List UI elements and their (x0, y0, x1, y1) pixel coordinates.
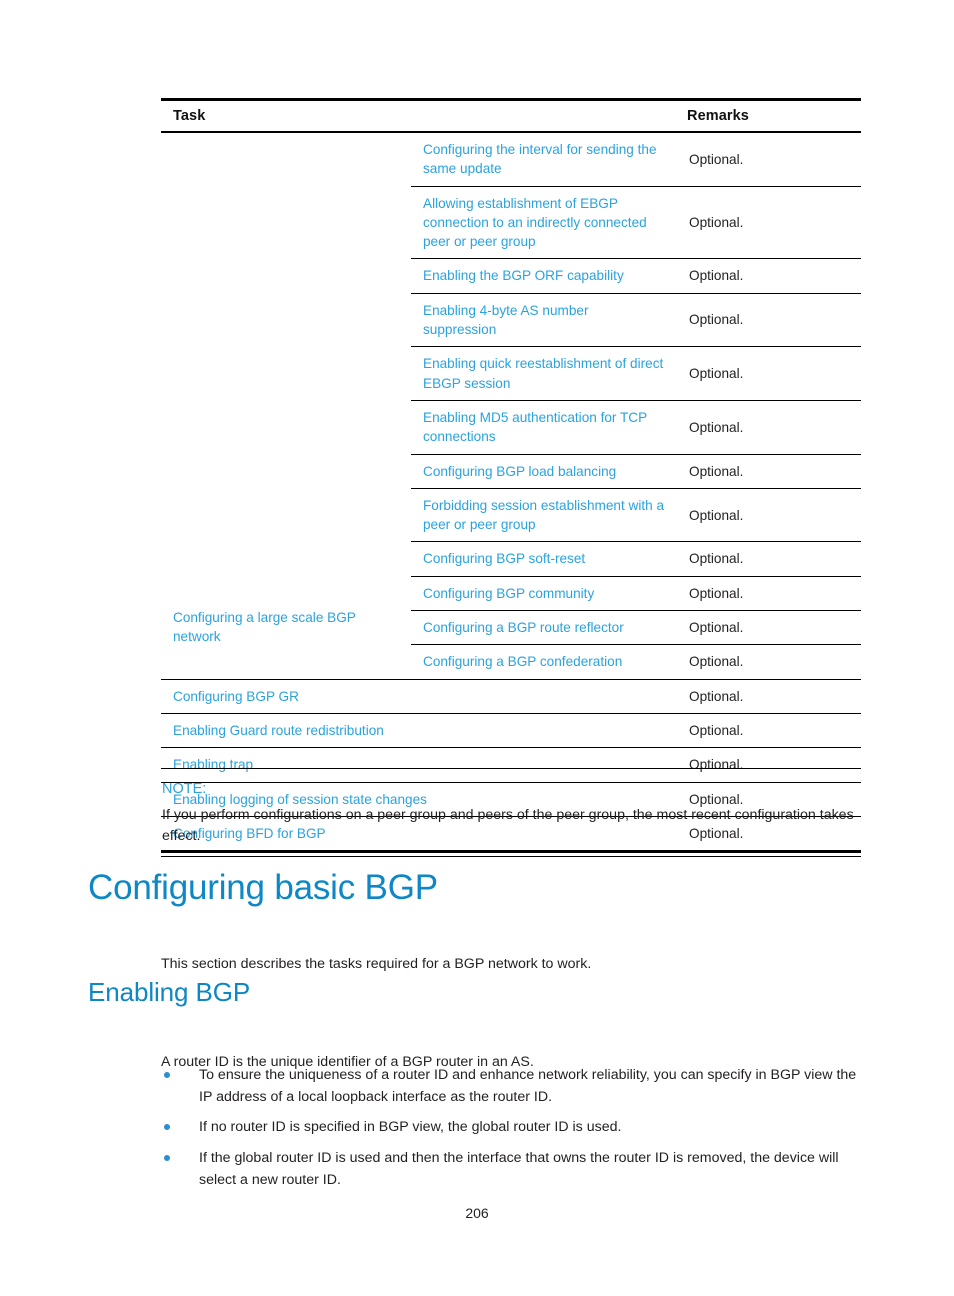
task-link[interactable]: Configuring BGP load balancing (411, 454, 675, 489)
table-row: Configuring BGP GR Optional. (161, 679, 861, 714)
task-link[interactable]: Allowing establishment of EBGP connectio… (411, 186, 675, 260)
bullet-dot-icon (164, 1072, 170, 1078)
table-body: Configuring the interval for sending the… (161, 132, 861, 854)
task-link[interactable]: Enabling MD5 authentication for TCP conn… (411, 400, 675, 455)
note-callout: NOTE: If you perform configurations on a… (161, 768, 861, 857)
table-row: Configuring the interval for sending the… (161, 132, 861, 187)
page-number: 206 (465, 1205, 489, 1221)
remark-value: Optional. (675, 293, 861, 348)
list-item-text: If no router ID is specified in BGP view… (199, 1119, 622, 1136)
section-heading-enabling-bgp: Enabling BGP (88, 977, 251, 1007)
table-header: Task Remarks (161, 98, 861, 133)
page-title: Configuring basic BGP (88, 868, 438, 907)
task-link[interactable]: Forbidding session establishment with a … (411, 488, 675, 543)
remark-value: Optional. (675, 713, 861, 749)
remark-value: Optional. (675, 346, 861, 401)
task-link[interactable]: Enabling the BGP ORF capability (411, 258, 675, 294)
task-link[interactable]: Configuring BGP community (411, 576, 675, 612)
column-header-remarks: Remarks (675, 98, 861, 133)
bullet-dot-icon (164, 1124, 170, 1131)
table-row: Configuring a large scale BGP network Co… (161, 576, 861, 680)
remark-value: Optional. (675, 610, 861, 646)
task-link[interactable]: Configuring a BGP confederation (411, 644, 675, 680)
list-item-text: If the global router ID is used and then… (199, 1150, 839, 1188)
task-link[interactable]: Enabling Guard route redistribution (161, 713, 675, 749)
remark-value: Optional. (675, 679, 861, 714)
task-link[interactable]: Enabling 4-byte AS number suppression (411, 293, 675, 348)
column-header-task: Task (161, 98, 675, 133)
remark-value: Optional. (675, 400, 861, 455)
bullet-dot-icon (164, 1155, 170, 1162)
remark-value: Optional. (675, 454, 861, 489)
task-link[interactable]: Configuring a BGP route reflector (411, 610, 675, 646)
table-row: Enabling Guard route redistribution Opti… (161, 713, 861, 749)
task-table: Task Remarks Configuring the interval fo… (161, 98, 861, 854)
task-link[interactable]: Configuring BGP soft-reset (411, 541, 675, 577)
task-link[interactable]: Enabling quick reestablishment of direct… (411, 346, 675, 401)
list-item-text: To ensure the uniqueness of a router ID … (199, 1067, 857, 1105)
list-item: To ensure the uniqueness of a router ID … (161, 1065, 866, 1108)
task-remarks-table: Task Remarks Configuring the interval fo… (161, 98, 861, 854)
intro-paragraph: This section describes the tasks require… (161, 956, 592, 973)
group-link-large-scale-bgp[interactable]: Configuring a large scale BGP network (161, 576, 411, 680)
note-label: NOTE: (162, 781, 207, 797)
note-text: If you perform configurations on a peer … (162, 806, 854, 844)
document-page: Task Remarks Configuring the interval fo… (0, 0, 954, 1296)
remark-value: Optional. (675, 132, 861, 187)
task-link[interactable]: Configuring the interval for sending the… (411, 132, 675, 187)
table-header-row: Task Remarks (161, 98, 861, 133)
remark-value: Optional. (675, 258, 861, 294)
remark-value: Optional. (675, 576, 861, 612)
remark-value: Optional. (675, 541, 861, 577)
task-link[interactable]: Configuring BGP GR (161, 679, 675, 714)
list-item: If the global router ID is used and then… (161, 1148, 866, 1191)
list-item: If no router ID is specified in BGP view… (161, 1117, 866, 1139)
group-cell-empty (161, 132, 411, 576)
remark-value: Optional. (675, 186, 861, 260)
bullet-list: To ensure the uniqueness of a router ID … (161, 1065, 866, 1201)
remark-value: Optional. (675, 488, 861, 543)
remark-value: Optional. (675, 644, 861, 680)
